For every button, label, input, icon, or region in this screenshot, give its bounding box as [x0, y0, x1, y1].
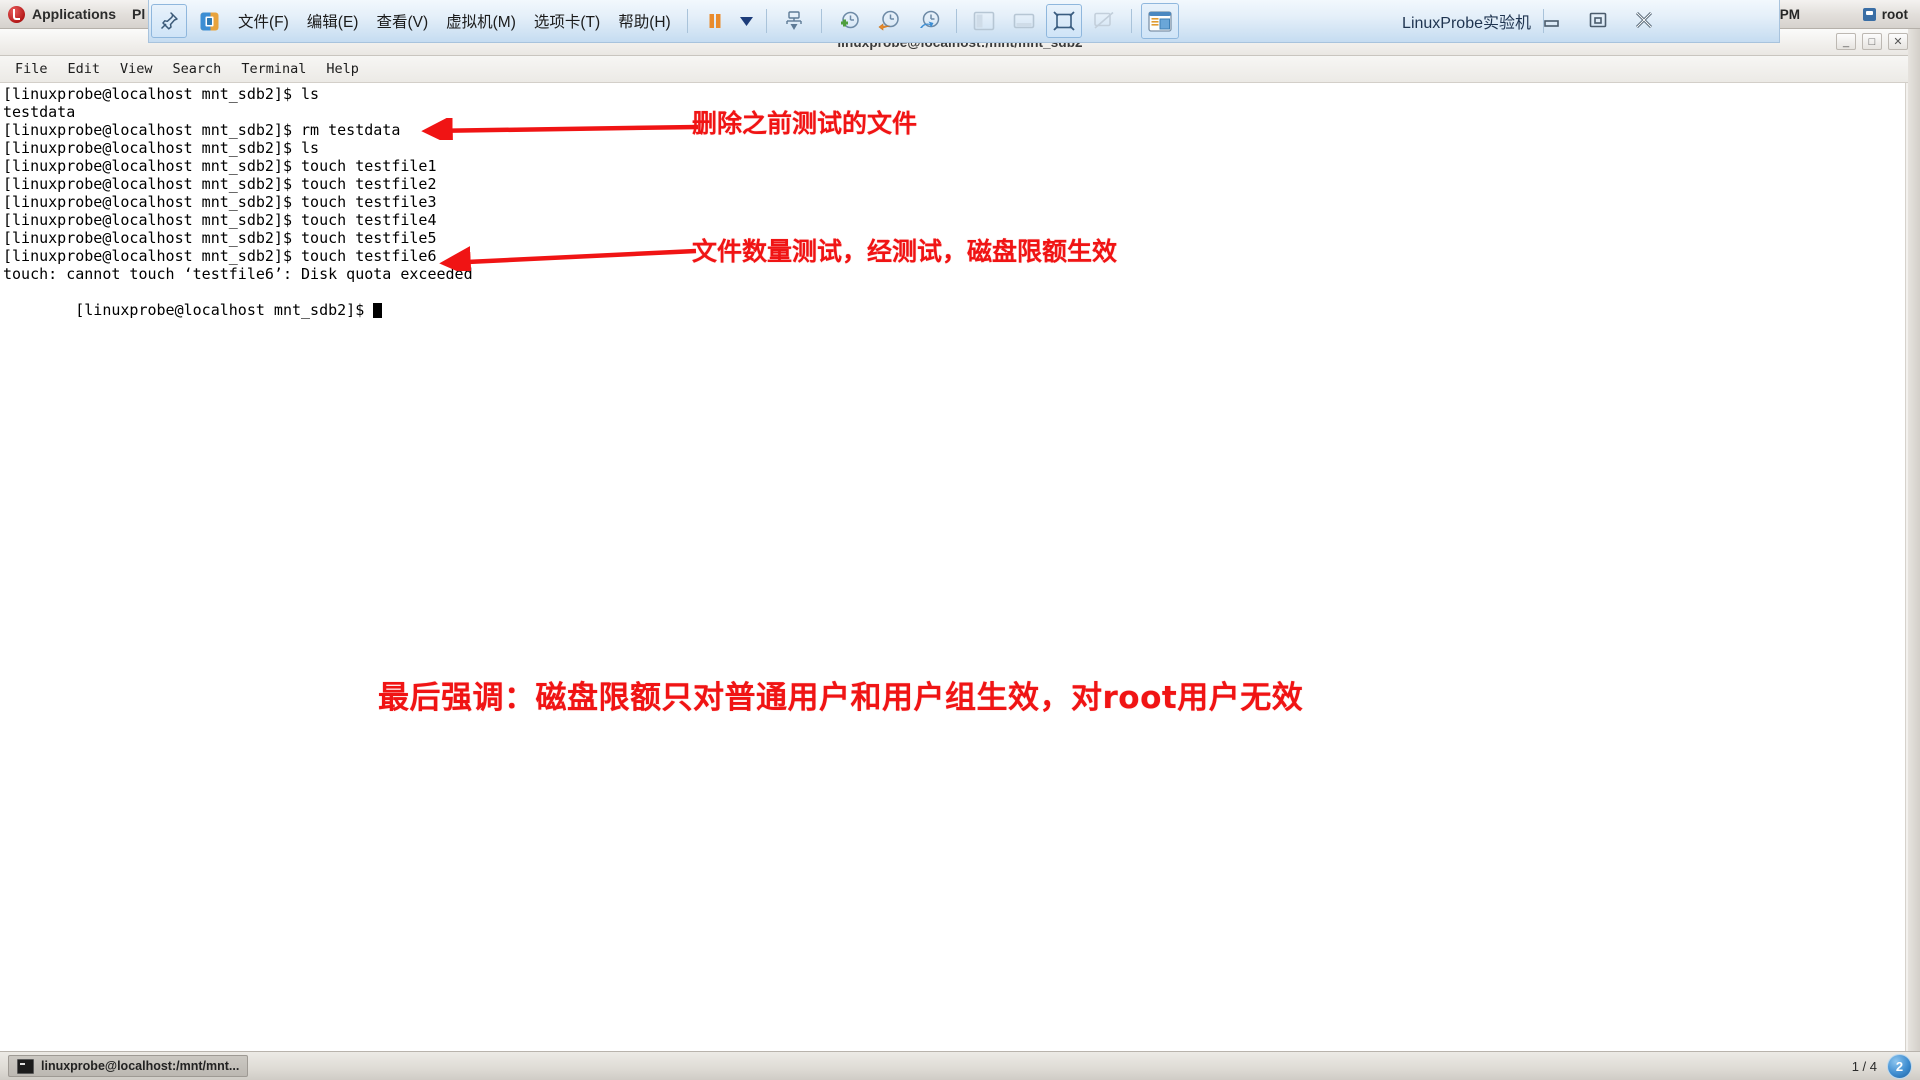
terminal-line: [linuxprobe@localhost mnt_sdb2]$ rm test… [3, 121, 401, 139]
chevron-down-icon[interactable] [737, 4, 757, 38]
gnome-user-label: root [1881, 6, 1908, 22]
vmware-menu-vm[interactable]: 虚拟机(M) [437, 10, 525, 32]
annotation-arrow-1 [421, 118, 699, 140]
terminal-line: [linuxprobe@localhost mnt_sdb2]$ touch t… [3, 157, 437, 175]
gnome-user-menu[interactable]: root [1862, 6, 1908, 22]
places-menu[interactable]: Pl [132, 6, 145, 22]
gnome-taskbar: linuxprobe@localhost:/mnt/mnt... 1 / 4 2 [0, 1051, 1920, 1080]
toolbar-separator [765, 9, 767, 33]
toolbar-separator [686, 9, 688, 33]
vmware-minimize-button[interactable] [1541, 11, 1563, 31]
terminal-icon [17, 1058, 34, 1074]
annotation-note-1: 删除之前测试的文件 [692, 109, 918, 138]
menu-search[interactable]: Search [164, 59, 231, 79]
menu-edit[interactable]: Edit [59, 59, 110, 79]
pause-icon[interactable] [697, 4, 733, 38]
unity-mode-icon[interactable] [1086, 4, 1122, 38]
vmware-window-buttons [1541, 11, 1655, 31]
workspace-switcher[interactable]: 1 / 4 2 [1851, 1053, 1912, 1079]
screen: linuxprobe@localhost:/mnt/mnt_sdb2 _ □ ✕… [0, 0, 1920, 1080]
taskbar-window-button[interactable]: linuxprobe@localhost:/mnt/mnt... [8, 1055, 249, 1077]
fullscreen-icon[interactable] [1045, 4, 1082, 38]
workspace-label: 1 / 4 [1851, 1058, 1877, 1074]
terminal-line: [linuxprobe@localhost mnt_sdb2]$ ls [3, 85, 320, 103]
show-sidebar-icon[interactable] [966, 4, 1002, 38]
terminal-prompt: [linuxprobe@localhost mnt_sdb2]$ [75, 301, 374, 320]
vmware-menu-file[interactable]: 文件(F) [229, 10, 298, 32]
terminal-line: [linuxprobe@localhost mnt_sdb2]$ touch t… [3, 229, 437, 247]
desktop-right-edge [1908, 29, 1920, 1051]
toolbar-separator [820, 9, 822, 33]
take-snapshot-icon[interactable] [831, 4, 867, 38]
show-thumbnails-icon[interactable] [1006, 4, 1042, 38]
workspace-badge[interactable]: 2 [1887, 1053, 1912, 1079]
vmware-menu-tabs[interactable]: 选项卡(T) [525, 10, 609, 32]
menu-help[interactable]: Help [317, 59, 368, 79]
applications-label: Applications [32, 6, 117, 22]
toolbar-separator [955, 9, 957, 33]
annotation-note-2: 文件数量测试，经测试，磁盘限额生效 [692, 237, 1118, 266]
annotation-arrow-2 [439, 246, 697, 271]
menu-view[interactable]: View [111, 59, 162, 79]
terminal-line: [linuxprobe@localhost mnt_sdb2]$ ls [3, 139, 320, 157]
terminal-minimize-button[interactable]: _ [1836, 33, 1856, 50]
snapshot-manager-icon[interactable] [776, 4, 812, 38]
console-view-icon[interactable] [1140, 3, 1179, 39]
menu-terminal[interactable]: Terminal [232, 59, 315, 79]
pin-icon[interactable] [151, 4, 187, 38]
terminal-line: testdata [3, 103, 76, 121]
vmware-menu-help[interactable]: 帮助(H) [609, 10, 680, 32]
vmware-menu-view[interactable]: 查看(V) [367, 10, 437, 32]
library-icon[interactable] [191, 4, 227, 38]
terminal-line: [linuxprobe@localhost mnt_sdb2]$ touch t… [3, 247, 437, 265]
terminal-output-area[interactable]: [linuxprobe@localhost mnt_sdb2]$ ls test… [0, 83, 1920, 1053]
terminal-close-button[interactable]: ✕ [1888, 33, 1908, 50]
terminal-cursor [373, 303, 383, 319]
terminal-prompt-line: [linuxprobe@localhost mnt_sdb2]$ [3, 283, 383, 337]
taskbar-window-title: linuxprobe@localhost:/mnt/mnt... [41, 1059, 240, 1073]
vmware-toolbar: 文件(F) 编辑(E) 查看(V) 虚拟机(M) 选项卡(T) 帮助(H) Li… [148, 0, 1780, 43]
vmware-restore-button[interactable] [1587, 11, 1609, 31]
menu-file[interactable]: File [6, 59, 57, 79]
annotation-note-emphasis: 最后强调：磁盘限额只对普通用户和用户组生效，对root用户无效 [378, 680, 1304, 716]
terminal-line: touch: cannot touch ‘testfile6’: Disk qu… [3, 265, 473, 283]
terminal-line: [linuxprobe@localhost mnt_sdb2]$ touch t… [3, 175, 437, 193]
manage-snapshots-icon[interactable] [911, 4, 947, 38]
terminal-line: [linuxprobe@localhost mnt_sdb2]$ touch t… [3, 193, 437, 211]
toolbar-separator [1130, 9, 1132, 33]
terminal-line: [linuxprobe@localhost mnt_sdb2]$ touch t… [3, 211, 437, 229]
terminal-window: linuxprobe@localhost:/mnt/mnt_sdb2 _ □ ✕… [0, 29, 1920, 1053]
vmware-menu-edit[interactable]: 编辑(E) [298, 10, 368, 32]
vmware-vm-title: LinuxProbe实验机 [1402, 15, 1531, 32]
revert-snapshot-icon[interactable] [871, 4, 907, 38]
terminal-menubar: File Edit View Search Terminal Help [0, 56, 1920, 83]
applications-menu[interactable]: Applications [0, 5, 117, 23]
fedora-logo-icon [8, 5, 25, 23]
vmware-close-button[interactable] [1633, 11, 1655, 31]
user-icon [1862, 7, 1876, 21]
terminal-maximize-button[interactable]: □ [1862, 33, 1882, 50]
